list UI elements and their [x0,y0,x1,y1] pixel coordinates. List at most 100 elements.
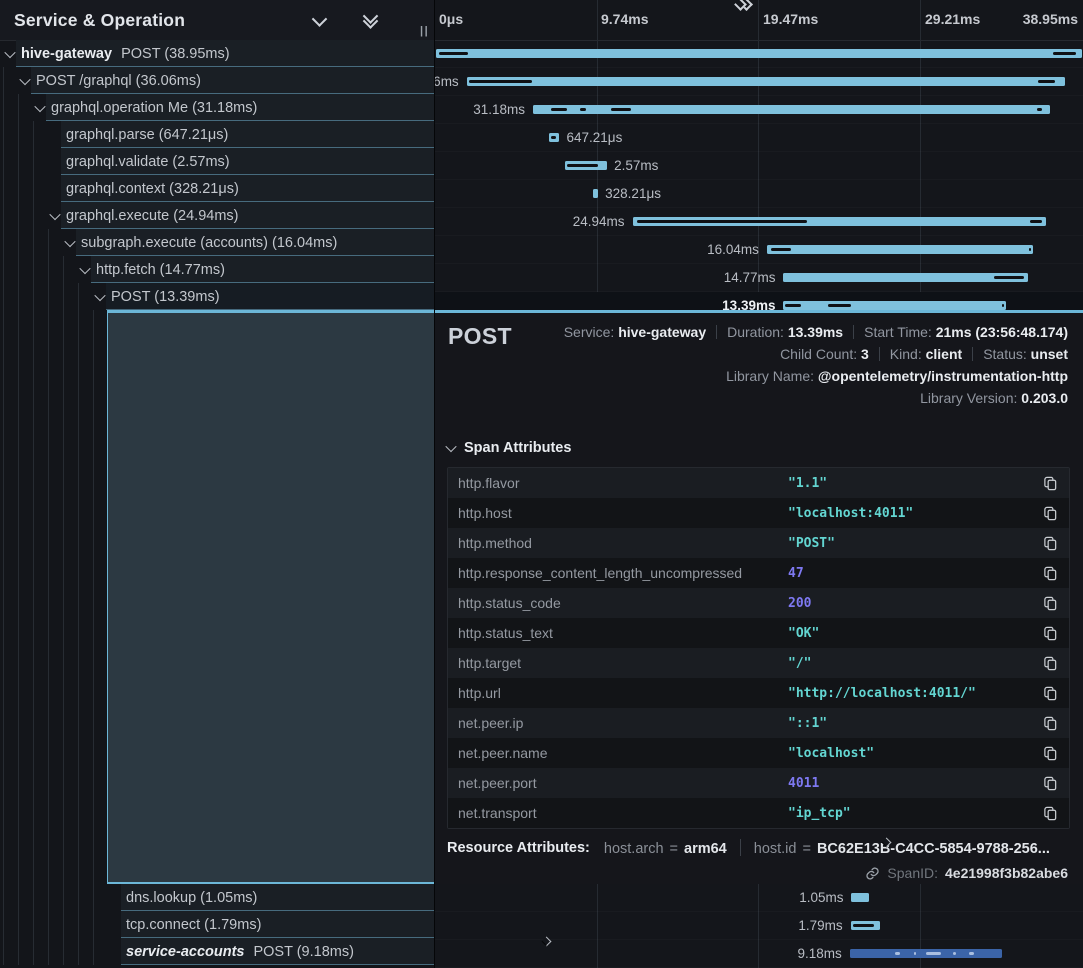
timeline-ruler[interactable]: 0μs 9.74ms 19.47ms 29.21ms 38.95ms [435,0,1083,41]
expand-all-icon[interactable] [390,15,402,25]
copy-icon[interactable] [1041,594,1060,613]
indent-guides [3,202,48,229]
span-bar[interactable] [783,301,1005,310]
row-content: tcp.connect (1.79ms) [109,911,261,938]
child-span-mark [953,952,956,955]
resource-attributes-row[interactable]: Resource Attributes: host.arch=arm64host… [447,839,1050,857]
chevron-down-icon[interactable] [4,46,15,57]
copy-icon[interactable] [1041,624,1060,643]
resource-key: host.id [754,841,797,857]
span-bar[interactable] [533,105,1050,114]
span-bar[interactable] [436,49,1082,58]
child-span-mark [1030,220,1042,223]
span-bar[interactable] [851,893,868,902]
collapse-all-icon[interactable] [359,7,382,33]
copy-icon[interactable] [1041,714,1060,733]
copy-icon[interactable] [1041,744,1060,763]
attribute-row: net.peer.ip"::1" [448,708,1069,738]
copy-icon[interactable] [1041,684,1060,703]
meta-divider [879,347,880,361]
span-bar[interactable] [549,133,560,142]
span-bar[interactable] [593,189,598,198]
operation-label: dns.lookup (1.05ms) [126,890,257,906]
span-row-subgraph-execute-accounts[interactable]: subgraph.execute (accounts) (16.04ms) [0,229,434,256]
copy-icon[interactable] [1041,804,1060,823]
duration-label: 328.21μs [605,180,661,207]
meta-label: Library Version: [920,390,1021,406]
ruler-tick: 19.47ms [763,11,818,27]
span-bar[interactable] [565,161,608,170]
row-content: graphql.parse (647.21μs) [49,121,228,148]
expand-one-icon[interactable] [339,15,351,25]
duration-label: 647.21μs [567,124,623,151]
operation-label: subgraph.execute (accounts) (16.04ms) [81,235,337,251]
span-row-tcp-connect[interactable]: tcp.connect (1.79ms) [0,911,434,938]
indent-guides [3,938,108,965]
span-bar[interactable] [767,245,1033,254]
expander-slot [64,239,75,247]
operation-label: POST (9.18ms) [253,944,353,960]
span-row-http-fetch[interactable]: http.fetch (14.77ms) [0,256,434,283]
span-attributes-header[interactable]: Span Attributes [447,437,1070,459]
span-row-graphql-validate[interactable]: graphql.validate (2.57ms) [0,148,434,175]
row-content: POST /graphql (36.06ms) [19,67,201,94]
span-row-graphql-context[interactable]: graphql.context (328.21μs) [0,175,434,202]
indent-guides [3,310,108,884]
span-id-value: 4e21998f3b82abe6 [945,865,1068,881]
chevron-down-icon[interactable] [34,100,45,111]
operation-label: tcp.connect (1.79ms) [126,917,261,933]
copy-icon[interactable] [1041,564,1060,583]
chevron-down-icon[interactable] [49,208,60,219]
chevron-down-icon[interactable] [79,262,90,273]
equals-sign: = [802,841,810,857]
copy-icon[interactable] [1041,774,1060,793]
span-row-dns-lookup[interactable]: dns.lookup (1.05ms) [0,884,434,911]
span-bar[interactable] [851,921,881,930]
collapse-one-icon[interactable] [308,10,331,31]
span-attributes-section: Span Attributes http.flavor"1.1"http.hos… [447,437,1070,829]
attribute-key: net.transport [448,805,788,821]
chevron-down-icon[interactable] [19,73,30,84]
child-span-mark [637,220,807,223]
link-icon[interactable] [865,866,880,881]
span-bar[interactable] [783,273,1028,282]
span-row-graphql-parse[interactable]: graphql.parse (647.21μs) [0,121,434,148]
span-bar[interactable] [633,217,1047,226]
span-row-post-graphql[interactable]: POST /graphql (36.06ms) [0,67,434,94]
chevron-down-icon[interactable] [64,235,75,246]
attribute-row: http.status_text"OK" [448,618,1069,648]
duration-label: 36.06ms [435,68,459,95]
detail-meta: Service: hive-gatewayDuration: 13.39msSt… [564,324,1068,412]
chevron-down-icon[interactable] [94,289,105,300]
attribute-row: http.flavor"1.1" [448,468,1069,498]
span-row-hive-gateway-post[interactable]: hive-gatewayPOST (38.95ms) [0,40,434,67]
span-row-post[interactable]: POST (13.39ms) [0,283,434,310]
child-span-mark [551,108,567,111]
resource-divider [740,839,741,856]
duration-label: 1.05ms [799,884,843,911]
meta-value: 3 [861,346,869,362]
row-content: service-accountsPOST (9.18ms) [109,938,354,965]
operation-label: graphql.parse (647.21μs) [66,127,228,143]
span-row-graphql-execute[interactable]: graphql.execute (24.94ms) [0,202,434,229]
copy-icon[interactable] [1041,474,1060,493]
duration-label: 1.79ms [798,912,842,939]
pane-resize-handle[interactable]: || [420,25,429,37]
tree-header-actions [308,0,402,40]
span-id-label: SpanID: [887,865,938,881]
chevron-down-icon [445,441,456,452]
row-content: http.fetch (14.77ms) [79,256,225,283]
copy-icon[interactable] [1041,504,1060,523]
span-bar[interactable] [467,77,1065,86]
span-row-graphql-operation-me[interactable]: graphql.operation Me (31.18ms) [0,94,434,121]
copy-icon[interactable] [1041,534,1060,553]
span-bar[interactable] [850,949,1002,958]
ruler-tick: 29.21ms [925,11,980,27]
operation-label: graphql.execute (24.94ms) [66,208,239,224]
child-span-mark [1037,108,1042,111]
span-row-service-accounts-post[interactable]: service-accountsPOST (9.18ms) [0,938,434,965]
timeline-row-graphql-context: 328.21μs [435,180,1083,208]
meta-value: client [926,346,963,362]
copy-icon[interactable] [1041,654,1060,673]
timeline-rows-top: 38.95ms36.06ms31.18ms647.21μs2.57ms328.2… [435,40,1083,320]
